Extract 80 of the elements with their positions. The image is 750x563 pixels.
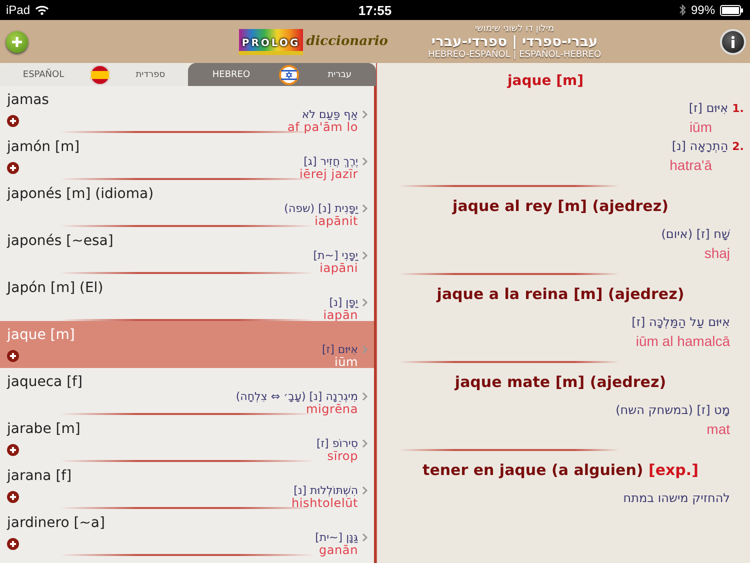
wifi-icon (35, 5, 50, 15)
app-subtitle: מילון דו לשוני שימושי (475, 24, 554, 34)
entry-headword: tener en jaque (a alguien) [exp.] (422, 461, 698, 479)
sense-number: 1. (732, 102, 744, 115)
logo-script: diccionario (306, 34, 388, 49)
add-icon[interactable] (7, 350, 19, 362)
hebrew-translation: יַפָּנִית [נ] (שפה) (284, 202, 358, 214)
hebrew-translation: הַתְרָאָה [נ] (672, 139, 728, 153)
hebrew-translation: יֶרֶךְ חֲזִיר [ג] (302, 155, 358, 167)
entry-headword: jaque mate [m] (ajedrez) (454, 373, 666, 391)
chevron-icon (362, 298, 368, 306)
chevron-icon (362, 486, 368, 494)
entry-headword: jaque al rey [m] (ajedrez) (452, 197, 668, 215)
transliteration: migrēna (305, 402, 358, 415)
spanish-term: jarabe [m] (7, 421, 82, 437)
hebrew-translation: הִשְׁתּוֹלְלוּת [נ] (292, 484, 358, 496)
info-button[interactable] (722, 30, 744, 52)
spanish-term: jamas (7, 92, 50, 108)
spain-flag-icon (90, 64, 110, 84)
transliteration: iūm (689, 119, 712, 135)
transliteration: shaj (704, 245, 730, 261)
israel-flag-icon (278, 64, 299, 84)
clock: 17:55 (358, 2, 392, 18)
transliteration: ganān (318, 543, 358, 556)
spanish-term: jarana [f] (7, 468, 73, 484)
transliteration: hatra'ā (670, 157, 712, 173)
hebrew-translation: אִיּוּם [ז] (322, 343, 358, 355)
add-icon[interactable] (7, 444, 19, 456)
app-title: עברי-ספרדי | ספרדי-עברי (431, 34, 598, 50)
hebrew-translation: מָט [ז] (במשחק השח) (616, 403, 730, 417)
chevron-icon (362, 110, 368, 118)
hebrew-translation: אִיּוּם עַל הַמַּלְכָּה [ז] (632, 315, 730, 329)
hebrew-translation: יַפָּן [נ] (328, 296, 358, 308)
chevron-icon (362, 392, 368, 400)
hebrew-translation: גַּנָּן [~ית] (315, 531, 358, 543)
spanish-term: jardinero [~a] (7, 515, 106, 531)
entry-headword: jaque a la reina [m] (ajedrez) (436, 285, 684, 303)
chevron-icon (362, 438, 368, 448)
add-icon[interactable] (7, 162, 19, 174)
transliteration: sīrop (326, 449, 358, 462)
add-icon[interactable] (7, 114, 19, 126)
battery-icon (720, 4, 744, 16)
spanish-term: jaque [m] (7, 327, 76, 343)
battery-percent: 99% (690, 3, 715, 17)
entry-headword: jaque [m] (508, 73, 584, 89)
hebrew-translation: יַפָּנִי [~ת] (313, 249, 358, 261)
transliteration: iērej jazīr (300, 167, 358, 180)
spanish-term: Japón [m] (El) (7, 280, 104, 296)
transliteration: iapānit (314, 214, 358, 227)
chevron-icon (362, 344, 368, 354)
transliteration: mat (706, 421, 730, 437)
transliteration: iūm (333, 355, 358, 368)
transliteration: iapāni (318, 261, 358, 274)
spanish-term: japonés [~esa] (7, 233, 114, 249)
bluetooth-icon (678, 4, 686, 16)
spanish-term: jamón [m] (7, 139, 81, 155)
transliteration: af pa'ām lo (288, 120, 358, 133)
language-pair: HEBREO-ESPAÑOL | ESPAÑOL-HEBREO (428, 50, 602, 60)
spanish-term: jaqueca [f] (7, 374, 84, 390)
chevron-icon (362, 204, 368, 212)
hebrew-translation: סִירוֹפ [ז] (316, 437, 358, 449)
chevron-icon (362, 532, 368, 542)
chevron-icon (362, 250, 368, 260)
spanish-term: japonés [m] (idioma) (7, 186, 155, 202)
chevron-icon (362, 156, 368, 166)
plus-icon (11, 36, 23, 48)
add-icon[interactable] (7, 538, 19, 550)
add-icon[interactable] (7, 490, 19, 502)
hebrew-translation: אִיּוּם [ז] (688, 101, 728, 115)
info-icon (731, 36, 735, 48)
transliteration: iapān (323, 308, 358, 321)
add-button[interactable] (6, 30, 28, 52)
transliteration: iūm al hamalcā (636, 333, 730, 349)
hebrew-translation: מִיגְרֵנָה [נ] (עָבָ׳ ⇔ צִלְחָה) (236, 390, 358, 402)
device-name: iPad (6, 3, 30, 17)
sense-number: 2. (732, 140, 744, 153)
transliteration: hishtolelūt (291, 496, 358, 509)
hebrew-translation: להחזיק מישהו במתח (623, 491, 730, 505)
hebrew-translation: שָׁח [ז] (איום) (661, 227, 730, 241)
hebrew-translation: אַף פַּעַם לֹא (300, 108, 358, 120)
